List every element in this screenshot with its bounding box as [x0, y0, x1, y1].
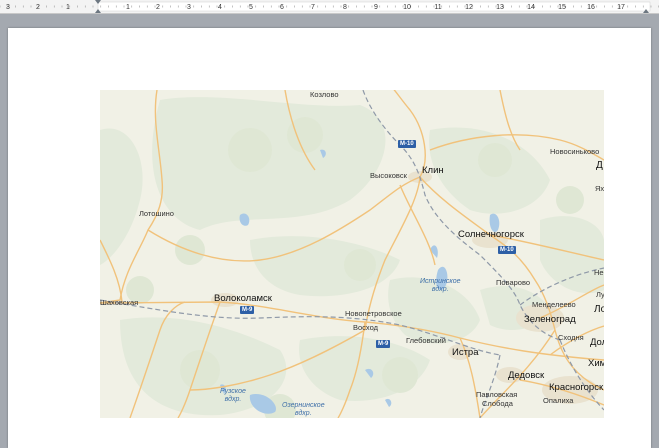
ruler-number: 3: [6, 4, 10, 11]
town-glebovsky: Глебовский: [406, 336, 446, 345]
reservoir-ruzskoe: Рузское вдхр.: [220, 388, 246, 404]
town-novopetrovskoe: Новопетровское: [345, 309, 402, 318]
town-edge-nekr: Некр: [594, 268, 604, 277]
ruler-number: 6: [280, 4, 284, 11]
reservoir-istrinskoe-name: Истринское: [420, 278, 461, 285]
ruler-number: 5: [249, 4, 253, 11]
town-shakhovskaya: Шаховская: [100, 298, 139, 307]
reservoir-ruzskoe-name: Рузское: [220, 388, 246, 395]
reservoir-ozerninskoe-type: вдхр.: [294, 410, 312, 417]
ruler-scale: 3 2 1 1 2 3 4 5 6 7 8 9 10 11 12 13 14 15 16 17: [0, 0, 659, 13]
town-opalikha: Опалиха: [543, 396, 574, 405]
ruler-number: 15: [558, 4, 566, 11]
town-voskhod: Восход: [353, 323, 378, 332]
highway-shield-m9-west: М-9: [240, 306, 255, 314]
ruler-number: 1: [126, 4, 130, 11]
town-volokolamsk: Волоколамск: [214, 293, 272, 304]
map-graphic: [100, 90, 604, 418]
town-zelenograd: Зеленоград: [524, 314, 576, 325]
town-dedovsk: Дедовск: [508, 370, 545, 381]
reservoir-istrinskoe: Истринское вдхр.: [420, 278, 461, 294]
town-edge-d: Д: [596, 160, 603, 171]
town-klin: Клин: [422, 165, 444, 176]
ruler-number: 10: [403, 4, 411, 11]
town-edge-dolg: Долг: [590, 337, 604, 348]
town-edge-ya: Ях: [595, 184, 604, 193]
ruler-number: 8: [343, 4, 347, 11]
ruler-number: 13: [496, 4, 504, 11]
reservoir-istrinskoe-type: вдхр.: [431, 286, 449, 293]
town-novosinkovo: Новосиньково: [550, 147, 600, 156]
town-edge-lu: Лу: [596, 290, 604, 299]
ruler-number: 4: [218, 4, 222, 11]
reservoir-ruzskoe-type: вдхр.: [224, 396, 242, 403]
document-page[interactable]: Козлово Новосиньково Д Ях Высоковск Клин…: [8, 28, 651, 448]
town-solnechnogorsk: Солнечногорск: [458, 229, 524, 240]
highway-shield-m9-east: М-9: [376, 340, 391, 348]
reservoir-ozerninskoe: Озернинское вдхр.: [282, 402, 325, 418]
ruler-number: 9: [374, 4, 378, 11]
ruler-number: 2: [156, 4, 160, 11]
ruler-number: 16: [587, 4, 595, 11]
ruler-number: 3: [187, 4, 191, 11]
ruler-number: 12: [465, 4, 473, 11]
town-edge-khimk: Химк: [588, 358, 604, 369]
ruler-number: 11: [434, 4, 441, 11]
ruler-number: 17: [617, 4, 625, 11]
horizontal-ruler[interactable]: 3 2 1 1 2 3 4 5 6 7 8 9 10 11 12 13 14 15 16 17: [0, 0, 659, 14]
town-lotoshino: Лотошино: [139, 209, 174, 218]
town-krasnogorsk: Красногорск: [549, 382, 604, 393]
ruler-number: 14: [527, 4, 535, 11]
ruler-number: 2: [36, 4, 40, 11]
town-povarovo: Поварово: [496, 278, 531, 287]
town-edge-lo: Ло: [594, 304, 604, 315]
town-pavlovskaya: Павловская: [476, 390, 518, 399]
map-image[interactable]: Козлово Новосиньково Д Ях Высоковск Клин…: [100, 90, 604, 418]
highway-shield-m10-north: М-10: [398, 140, 416, 148]
town-istra: Истра: [452, 347, 479, 358]
ruler-number: 7: [311, 4, 315, 11]
town-skhodnya: Сходня: [558, 333, 584, 342]
ruler-number: 1: [66, 4, 70, 11]
town-sloboda: Слобода: [482, 399, 513, 408]
town-vysokovsk: Высоковск: [370, 171, 407, 180]
reservoir-ozerninskoe-name: Озернинское: [282, 402, 325, 409]
document-area: Козлово Новосиньково Д Ях Высоковск Клин…: [0, 14, 659, 448]
town-mendeleevo: Менделеево: [532, 300, 576, 309]
highway-shield-m10-south: М-10: [498, 246, 516, 254]
town-kozlovo: Козлово: [310, 90, 339, 99]
